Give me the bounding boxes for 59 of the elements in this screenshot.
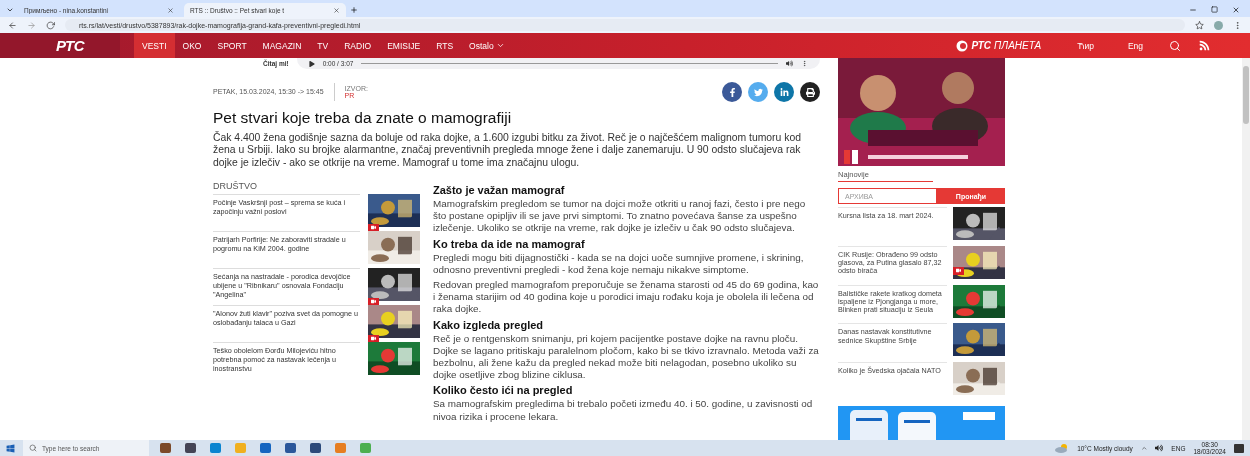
paragraph: Sa mamografskim pregledima bi trebalo početi između 40. i 50. godine, u zavisnosti od nivoa rizika i procene lekara. bbox=[433, 398, 814, 423]
nav-link[interactable]: Ostalo bbox=[461, 33, 513, 58]
bookmark-star-icon[interactable] bbox=[1195, 20, 1204, 30]
close-tab-icon[interactable] bbox=[167, 6, 174, 14]
nav-link[interactable]: VESTI bbox=[134, 33, 175, 58]
facebook-button[interactable] bbox=[722, 82, 742, 102]
article-title: Pet stvari koje treba da znate o mamografiji bbox=[213, 109, 513, 127]
paragraph: Pregledi mogu biti dijagnostički - kada se na dojci uoče sumnjive promene, i skrining, odnosno preventivni pregledi - kod žena koje nemaju nikakve simptome. bbox=[433, 251, 805, 276]
print-button[interactable] bbox=[800, 82, 820, 102]
taskbar-app-icon[interactable] bbox=[160, 443, 171, 453]
close-icon[interactable] bbox=[1232, 6, 1240, 14]
nav-link[interactable]: TV bbox=[309, 33, 337, 58]
taskbar-app-icon[interactable] bbox=[285, 443, 296, 453]
logo[interactable]: РТС bbox=[0, 33, 120, 58]
restore-icon[interactable] bbox=[1211, 6, 1218, 13]
print-icon bbox=[805, 87, 815, 97]
section-heading: Kako izgleda pregled bbox=[433, 318, 545, 331]
facebook-icon bbox=[727, 87, 737, 97]
nav-link[interactable]: SPORT bbox=[209, 33, 255, 58]
cloud-icon bbox=[1055, 443, 1070, 453]
menu-icon[interactable] bbox=[1233, 20, 1242, 30]
nav-link[interactable]: OKO bbox=[174, 33, 210, 58]
start-icon[interactable] bbox=[6, 443, 15, 453]
taskbar-app-icon[interactable] bbox=[260, 443, 271, 453]
profile-avatar[interactable] bbox=[1214, 20, 1223, 30]
paragraph: Mamografskim pregledom se tumor na dojci može otkriti u ranoj fazi, često i pre nego što postane opipljiv ili se jave prvi simptomi. To znatno povećava šanse za uspešno izlečenje. Ukoliko se otkrije na vreme, rak dojke je izlečiv u čak 90 odsto slučajeva. bbox=[433, 197, 807, 235]
volume-icon[interactable] bbox=[786, 60, 793, 67]
section-heading: Koliko često ići na pregled bbox=[433, 384, 574, 397]
language-link[interactable]: Eng bbox=[1119, 40, 1151, 51]
article-lead: Čak 4.400 žena godišnje sazna da boluje od raka dojke, a 1.600 izgubi bitku za život. Reč je o najčešćem malignom tumoru kod žena u Srbiji. Iako su brojke alarmantne, značaj preventivnih pregleda mnoge žene i dalje zanemaruju. U 90 odsto slučajeva rak dojke je izlečiv - ako se otkrije na vreme. Mamograf u tome ima značajnu ulogu. bbox=[213, 132, 802, 169]
minimize-icon[interactable] bbox=[1189, 6, 1197, 14]
nav-link[interactable]: MAGAZIN bbox=[254, 33, 310, 58]
play-icon[interactable] bbox=[308, 60, 315, 67]
search-icon bbox=[29, 444, 37, 452]
tab-list-icon[interactable] bbox=[6, 6, 14, 14]
nav-link[interactable]: RTS bbox=[428, 33, 462, 58]
close-tab-icon[interactable] bbox=[333, 6, 340, 14]
planeta-logo[interactable]: РТС ПЛАНЕТА bbox=[956, 39, 1042, 52]
new-tab-icon[interactable] bbox=[350, 6, 358, 14]
taskbar-app-icon[interactable] bbox=[185, 443, 196, 453]
linkedin-icon bbox=[779, 87, 789, 97]
paragraph: Reč je o rentgenskom snimanju, pri kojem pacijentke postave dojke na ravnu ploču. Dojke se lagano pritiskaju paralelnom pločom, kako bi se tkivo izravnalo. Metoda važi za bezbolnu, ali žene kažu da pregled nekad može biti nelagodan, posebno ukoliko su dojke osetljive zbog blizine ciklusa. bbox=[433, 332, 820, 382]
volume-icon[interactable] bbox=[1155, 444, 1164, 452]
paragraph: Redovan pregled mamografom preporučuje se ženama starosti od 45 do 69 godina, kao i ženama starijim od 40 godina koje u porodici imaju rođaku koja je obolela ili lečena od raka dojke. bbox=[433, 278, 820, 316]
script-switch-link[interactable]: Ћир bbox=[1069, 40, 1102, 51]
back-icon[interactable] bbox=[8, 20, 17, 30]
reload-icon[interactable] bbox=[46, 20, 55, 30]
notification-icon[interactable] bbox=[1234, 443, 1244, 453]
nav-link[interactable]: RADIO bbox=[336, 33, 380, 58]
twitter-button[interactable] bbox=[748, 82, 768, 102]
section-heading: Zašto je važan mamograf bbox=[433, 183, 566, 196]
search-icon[interactable] bbox=[1169, 39, 1181, 52]
linkedin-button[interactable] bbox=[774, 82, 794, 102]
nav-link[interactable]: EMISIJE bbox=[379, 33, 429, 58]
twitter-icon bbox=[753, 87, 763, 97]
taskbar-app-icon[interactable] bbox=[310, 443, 321, 453]
rss-icon[interactable] bbox=[1199, 40, 1210, 51]
section-heading: Ko treba da ide na mamograf bbox=[433, 237, 586, 250]
section-heading: DRUŠTVO bbox=[213, 180, 258, 191]
